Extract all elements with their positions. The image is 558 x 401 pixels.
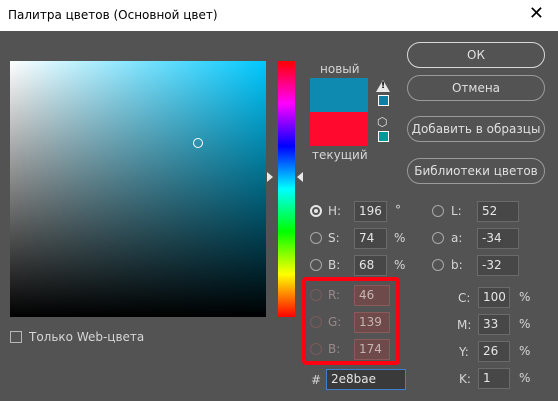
cmyk-y-label: Y: — [459, 345, 469, 359]
cancel-button[interactable]: Отмена — [407, 75, 545, 101]
hsb-b-label: B: — [328, 258, 341, 272]
lab-a-radio[interactable] — [432, 232, 444, 244]
cmyk-m-label: M: — [457, 318, 472, 332]
lab-l-label: L: — [451, 204, 462, 218]
hsb-b-unit: % — [394, 258, 406, 272]
color-field[interactable] — [10, 61, 266, 317]
web-safe-cube-icon[interactable]: ⬡ — [377, 115, 387, 129]
cmyk-m-unit: % — [519, 317, 531, 331]
current-color-label: текущий — [312, 148, 368, 162]
title-bar: Палитра цветов (Основной цвет) ✕ — [0, 0, 558, 31]
cmyk-y-unit: % — [519, 344, 531, 358]
hsb-h-unit: ° — [395, 203, 401, 217]
add-to-swatches-button[interactable]: Добавить в образцы — [407, 116, 545, 142]
lab-b-radio[interactable] — [432, 259, 444, 271]
cmyk-m-input[interactable]: 33 — [478, 314, 510, 335]
hsb-h-input[interactable]: 196 — [354, 201, 387, 222]
lab-l-input[interactable]: 52 — [477, 201, 519, 222]
cmyk-c-input[interactable]: 100 — [478, 287, 510, 308]
lab-b-label: b: — [451, 258, 463, 272]
hsb-h-radio[interactable] — [310, 205, 322, 217]
hue-slider-right-handle[interactable] — [297, 172, 303, 182]
cmyk-k-input[interactable]: 1 — [478, 368, 510, 389]
current-color-swatch[interactable] — [310, 112, 368, 146]
close-icon[interactable]: ✕ — [529, 3, 544, 25]
cmyk-c-unit: % — [519, 290, 531, 304]
web-safe-color-chip[interactable] — [378, 131, 389, 142]
lab-b-input[interactable]: -32 — [477, 255, 519, 276]
hsb-s-radio[interactable] — [310, 232, 322, 244]
web-only-label: Только Web-цвета — [29, 330, 145, 344]
cmyk-c-label: C: — [458, 291, 471, 305]
hsb-s-input[interactable]: 74 — [354, 228, 387, 249]
cmyk-y-input[interactable]: 26 — [478, 341, 510, 362]
rgb-highlight-box — [302, 277, 400, 365]
hue-slider-left-handle[interactable] — [267, 172, 273, 182]
hex-label: # — [311, 373, 322, 387]
window-title: Палитра цветов (Основной цвет) — [8, 8, 218, 22]
out-of-gamut-warning-icon[interactable]: ! — [376, 80, 390, 92]
lab-a-input[interactable]: -34 — [477, 228, 519, 249]
hue-slider[interactable] — [278, 61, 295, 317]
hsb-b-radio[interactable] — [310, 259, 322, 271]
new-color-swatch — [310, 78, 368, 112]
hsb-b-input[interactable]: 68 — [354, 255, 387, 276]
web-only-checkbox[interactable] — [10, 331, 22, 343]
hsb-h-label: H: — [328, 204, 342, 218]
gamut-color-chip[interactable] — [378, 95, 389, 106]
hex-input[interactable]: 2e8bae — [326, 369, 406, 390]
color-libraries-button[interactable]: Библиотеки цветов — [407, 158, 545, 184]
hsb-s-unit: % — [394, 231, 406, 245]
new-color-label: новый — [320, 62, 360, 76]
warning-glyph: ! — [381, 81, 386, 91]
hsb-s-label: S: — [328, 231, 340, 245]
lab-l-radio[interactable] — [432, 205, 444, 217]
color-field-cursor[interactable] — [193, 138, 203, 148]
lab-a-label: a: — [451, 231, 463, 245]
cmyk-k-label: K: — [459, 372, 471, 386]
ok-button[interactable]: ОК — [407, 42, 545, 68]
cmyk-k-unit: % — [519, 371, 531, 385]
